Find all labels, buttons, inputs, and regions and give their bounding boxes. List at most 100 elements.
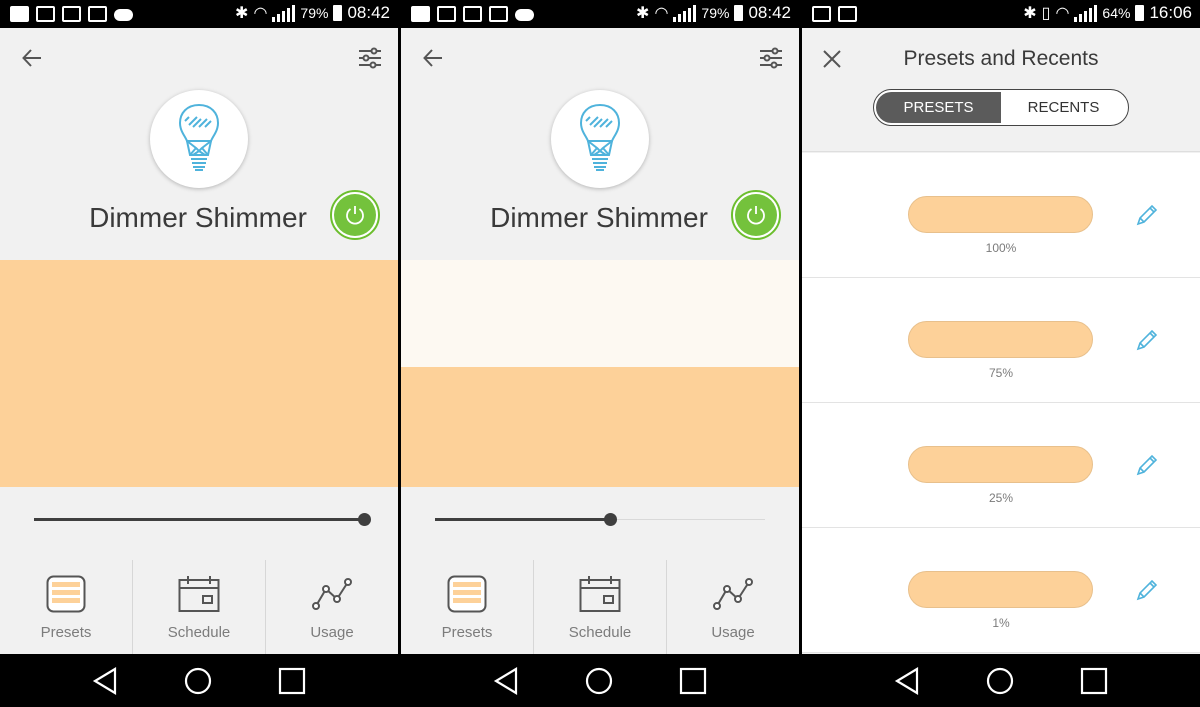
slider-fill <box>435 518 610 521</box>
tab-label: Usage <box>711 624 755 641</box>
nav-home-button[interactable] <box>184 666 212 696</box>
device-avatar <box>150 90 248 188</box>
tab-usage[interactable]: Usage <box>666 560 799 654</box>
tab-label: Schedule <box>568 624 632 641</box>
triangle-back-icon <box>92 666 117 695</box>
preset-color-swatch[interactable] <box>908 446 1093 483</box>
device-screen-dimmed: ✱ ◠ 79% 08:42 Dimmer Shimmer Presets Sch… <box>401 0 799 707</box>
preset-color-swatch[interactable] <box>908 196 1093 233</box>
page-title: Presets and Recents <box>903 47 1099 70</box>
nav-recents-button[interactable] <box>1080 666 1108 696</box>
power-toggle-button[interactable] <box>330 190 380 240</box>
nav-back-button[interactable] <box>493 666 519 696</box>
calendar-icon <box>178 576 220 612</box>
power-icon <box>747 206 765 225</box>
edit-preset-button[interactable] <box>1135 328 1159 352</box>
nav-home-button[interactable] <box>986 666 1014 696</box>
cloud-notification-icon <box>515 9 534 21</box>
power-toggle-button[interactable] <box>731 190 781 240</box>
battery-icon <box>1135 5 1145 21</box>
system-nav-bar <box>401 654 799 707</box>
bluetooth-icon: ✱ <box>235 5 249 22</box>
circle-home-icon <box>986 667 1014 694</box>
back-button[interactable] <box>415 40 451 76</box>
preset-brightness-value: 1% <box>992 616 1010 630</box>
battery-icon <box>734 5 744 21</box>
preset-brightness-value: 75% <box>988 366 1014 380</box>
slider-thumb[interactable] <box>358 513 371 526</box>
pencil-icon <box>1136 329 1158 351</box>
square-recents-icon <box>679 667 707 694</box>
nav-home-button[interactable] <box>585 666 613 696</box>
cloud-notification-icon <box>114 9 133 21</box>
brightness-slider[interactable] <box>435 510 765 530</box>
tab-label: Presets <box>40 624 92 641</box>
edit-preset-button[interactable] <box>1135 578 1159 602</box>
edit-preset-button[interactable] <box>1135 453 1159 477</box>
tab-usage[interactable]: Usage <box>265 560 398 654</box>
nav-recents-button[interactable] <box>679 666 707 696</box>
tab-schedule[interactable]: Schedule <box>533 560 666 654</box>
calendar-icon <box>579 576 621 612</box>
nav-back-button[interactable] <box>92 666 118 696</box>
power-icon <box>346 206 364 225</box>
bottom-tab-bar: Presets Schedule Usage <box>0 560 398 654</box>
preset-color-swatch[interactable] <box>908 321 1093 358</box>
tab-presets[interactable]: Presets <box>0 560 132 654</box>
tab-label: Usage <box>310 624 354 641</box>
edit-preset-button[interactable] <box>1135 203 1159 227</box>
device-header: Dimmer Shimmer <box>401 28 799 260</box>
slider-fill <box>34 518 364 521</box>
tab-presets[interactable]: Presets <box>401 560 533 654</box>
segment-presets[interactable]: PRESETS <box>876 92 1001 123</box>
sliders-icon <box>760 47 782 69</box>
preset-row[interactable]: 1% <box>802 528 1200 653</box>
segment-recents[interactable]: RECENTS <box>1001 92 1126 123</box>
preset-row[interactable]: 25% <box>802 403 1200 528</box>
nav-back-button[interactable] <box>894 666 920 696</box>
usage-chart-icon <box>713 578 753 610</box>
presets-icon <box>46 575 86 613</box>
tab-label: Presets <box>441 624 493 641</box>
preset-row[interactable]: 75% <box>802 278 1200 403</box>
device-settings-button[interactable] <box>352 40 388 76</box>
tab-schedule[interactable]: Schedule <box>132 560 265 654</box>
wifi-icon: ◠ <box>253 5 268 22</box>
inbox-notification-icon <box>489 6 508 22</box>
slider-thumb[interactable] <box>603 513 617 526</box>
circle-home-icon <box>585 667 613 694</box>
preset-row[interactable]: 100% <box>802 153 1200 278</box>
bluetooth-icon: ✱ <box>1023 5 1037 22</box>
presets-header: Presets and Recents PRESETS RECENTS <box>802 28 1200 152</box>
pencil-icon <box>1136 454 1158 476</box>
youtube-notification-icon <box>10 6 29 22</box>
inbox-notification-icon <box>88 6 107 22</box>
clock: 08:42 <box>748 3 791 22</box>
battery-percent: 79% <box>701 5 730 21</box>
vibrate-icon: ▯ <box>1041 5 1051 22</box>
device-settings-button[interactable] <box>753 40 789 76</box>
wifi-icon: ◠ <box>654 5 669 22</box>
brightness-preview <box>401 260 799 487</box>
square-recents-icon <box>278 667 306 694</box>
triangle-back-icon <box>493 666 518 695</box>
usage-chart-icon <box>312 578 352 610</box>
presets-screen: ✱ ▯ ◠ 64% 16:06 Presets and Recents PRES… <box>802 0 1200 707</box>
nav-recents-button[interactable] <box>278 666 306 696</box>
preset-color-swatch[interactable] <box>908 571 1093 608</box>
brightness-level-fill <box>401 366 799 487</box>
brightness-slider[interactable] <box>34 510 371 530</box>
circle-home-icon <box>184 667 212 694</box>
battery-percent: 64% <box>1102 5 1131 21</box>
device-screen-full-brightness: ✱ ◠ 79% 08:42 Dimmer Shimmer Presets Sch… <box>0 0 398 707</box>
triangle-back-icon <box>894 666 919 695</box>
battery-percent: 79% <box>300 5 329 21</box>
device-header: Dimmer Shimmer <box>0 28 398 260</box>
clock: 08:42 <box>347 3 390 22</box>
back-button[interactable] <box>14 40 50 76</box>
pencil-icon <box>1136 204 1158 226</box>
system-nav-bar <box>802 654 1200 707</box>
system-nav-bar <box>0 654 398 707</box>
bottom-tab-bar: Presets Schedule Usage <box>401 560 799 654</box>
status-bar: ✱ ◠ 79% 08:42 <box>401 0 799 28</box>
